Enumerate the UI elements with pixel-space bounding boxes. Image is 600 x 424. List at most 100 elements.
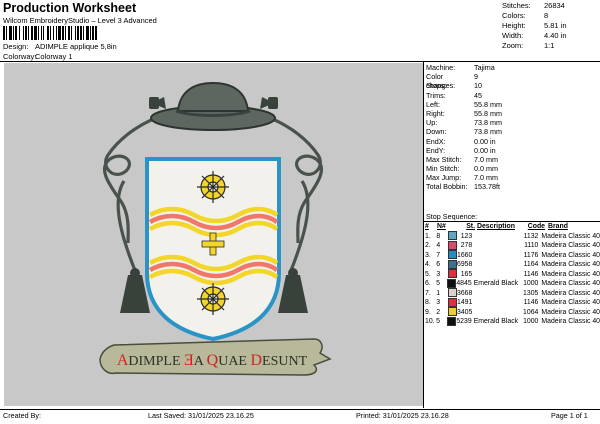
coat-of-arms-image: ADIMPLE ƎA QUAE DESUNT	[99, 81, 332, 376]
machine-row: EndY: 0.00 in	[426, 146, 598, 155]
design-preview[interactable]: ADIMPLE ƎA QUAE DESUNT	[4, 63, 423, 406]
machine-label: Up:	[426, 118, 438, 128]
color-swatch	[447, 231, 457, 241]
colorway-label: Colorway:	[3, 52, 37, 61]
machine-value: 73.8 mm	[474, 118, 502, 128]
machine-value: 0.0 mm	[474, 164, 498, 174]
stitch-count: 123	[460, 232, 473, 240]
stat-label: Height:	[502, 21, 526, 30]
color-swatch-box	[447, 278, 457, 288]
machine-label: Machine:	[426, 63, 456, 72]
machine-value: 0.00 in	[474, 145, 496, 155]
stitch-count: 6958	[457, 261, 473, 268]
thread-brand: Madeira Classic 40	[541, 308, 600, 316]
stat-label: Colors:	[502, 11, 526, 20]
thread-code: 1146	[523, 270, 539, 278]
stitch-count: 3668	[457, 289, 473, 297]
stop-number: 5.	[425, 270, 431, 278]
thread-brand: Madeira Classic 40	[541, 251, 600, 259]
color-swatch	[447, 288, 457, 298]
color-swatch-box	[447, 269, 457, 279]
machine-label: Max Jump:	[426, 173, 462, 183]
thread-brand: Madeira Classic 40	[541, 261, 600, 268]
stop-sequence-table: # N# St. Description Code Brand 1. 8 123 11…	[425, 222, 600, 327]
machine-value: 7.0 mm	[474, 173, 498, 183]
needle-number: 6	[436, 261, 441, 268]
needle-number: 1	[436, 289, 441, 297]
colorway-value: Colorway 1	[35, 52, 73, 61]
color-swatch-box	[447, 316, 457, 326]
color-swatch	[447, 250, 457, 260]
thread-code: 1110	[524, 242, 539, 249]
stitch-count: 278	[460, 242, 473, 249]
machine-value: 73.8 mm	[474, 127, 502, 137]
stat-row: Stitches: 26834	[502, 1, 598, 11]
stop-number: 2.	[425, 242, 431, 249]
stat-value: 4.40 in	[544, 31, 567, 40]
needle-number: 7	[436, 251, 441, 259]
machine-label: Total Bobbin:	[426, 182, 468, 192]
machine-row: Trims: 45	[426, 91, 598, 100]
machine-label: Right:	[426, 108, 445, 118]
footer-page: Page 1 of 1	[551, 411, 588, 420]
needle-number: 8	[436, 232, 441, 240]
stat-row: Colors: 8	[502, 11, 598, 21]
stat-row: Height: 5.81 in	[502, 21, 598, 31]
galero-hat	[150, 81, 276, 131]
color-swatch-box	[447, 288, 457, 298]
col-code-header: Code	[527, 223, 545, 230]
stat-label: Width:	[502, 31, 524, 40]
color-swatch	[447, 278, 457, 289]
header-stats: Stitches: 26834 Colors: 8 Height: 5.81 in Widt…	[502, 1, 598, 51]
table-row: 4. 6 6958 1164 Madeira Classic 40	[425, 259, 600, 270]
thread-brand: Madeira Classic 40	[541, 232, 600, 240]
thread-brand: Madeira Classic 40	[541, 242, 600, 249]
machine-value: 0.00 in	[474, 136, 496, 146]
table-row: 3. 7 1660 1176 Madeira Classic 40	[425, 250, 600, 261]
color-swatch-box	[447, 250, 457, 260]
color-swatch-box	[447, 240, 457, 250]
stop-number: 10.	[425, 318, 435, 325]
color-swatch	[447, 316, 457, 327]
header-divider	[0, 61, 600, 62]
machine-label: Color changes:	[426, 72, 456, 91]
machine-label: EndX:	[426, 136, 446, 146]
stitch-count: 165	[460, 270, 473, 278]
machine-value: 9	[474, 72, 478, 82]
needle-number: 3	[436, 299, 441, 306]
thread-code: 1132	[523, 232, 539, 240]
thread-brand: Madeira Classic 40	[541, 270, 600, 278]
thread-code: 1164	[523, 261, 539, 268]
machine-label: Down:	[426, 127, 447, 137]
thread-brand: Madeira Classic 40	[541, 318, 600, 325]
col-stitches-header: St.	[466, 223, 475, 230]
color-swatch	[447, 259, 457, 270]
col-needle-header: N#	[437, 223, 446, 230]
stat-value: 26834	[544, 1, 565, 10]
machine-row: EndX: 0.00 in	[426, 137, 598, 146]
machine-value: 45	[474, 90, 482, 100]
thread-brand: Madeira Classic 40	[541, 280, 600, 287]
stop-number: 7.	[425, 289, 431, 297]
table-row: 1. 8 123 1132 Madeira Classic 40	[425, 231, 600, 242]
machine-row: Color changes: 9	[426, 72, 598, 91]
machine-value: 55.8 mm	[474, 99, 502, 109]
stat-label: Zoom:	[502, 41, 524, 50]
table-row: 7. 1 3668 1305 Madeira Classic 40	[425, 288, 600, 299]
color-swatch-box	[447, 231, 457, 241]
machine-settings: Machine: Tajima Color changes: 9 Stops: 10 Tri…	[426, 63, 598, 192]
footer-last-saved: Last Saved: 31/01/2025 23.16.25	[148, 411, 254, 420]
col-description-header: Description	[477, 223, 515, 230]
needle-number: 5	[436, 280, 440, 287]
thread-brand: Madeira Classic 40	[541, 299, 600, 306]
needle-number: 3	[436, 270, 441, 278]
needle-number: 5	[436, 318, 440, 325]
shield	[145, 157, 281, 342]
thread-description: Emerald Black	[473, 280, 519, 287]
stop-number: 4.	[425, 261, 431, 268]
machine-value: 10	[474, 81, 482, 91]
stitch-count: 3405	[457, 308, 473, 316]
footer-printed: Printed: 31/01/2025 23.16.28	[356, 411, 449, 420]
machine-value: 153.78ft	[474, 182, 500, 192]
panel-divider	[423, 61, 424, 408]
